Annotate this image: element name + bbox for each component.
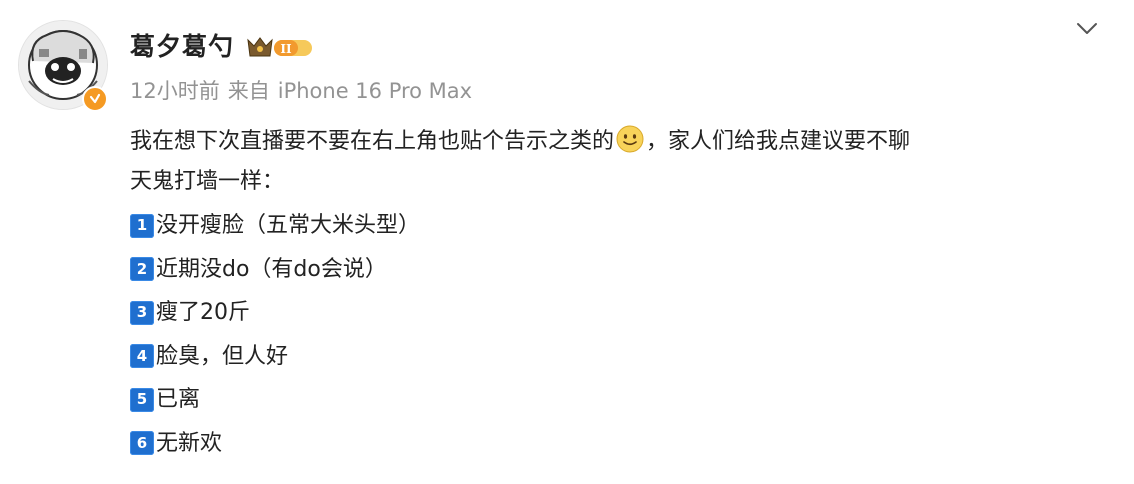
list-item-text: 没开瘦脸（五常大米头型） <box>156 213 421 238</box>
weibo-post-card: 葛夕葛勺 II 12小时前 来自 iPhone 16 Pro Max 我在想下次直播… <box>0 0 1134 484</box>
keycap-6-icon: 6 <box>130 431 154 456</box>
list-item: 5 已离 <box>130 378 1110 422</box>
keycap-3-icon: 3 <box>130 300 154 325</box>
list-item-text: 已离 <box>156 387 201 412</box>
device-source: iPhone 16 Pro Max <box>277 79 473 103</box>
body-text-1a: 我在想下次直播要不要在右上角也贴个告示之类的 <box>130 129 615 154</box>
body-text-1b: ，家人们给我点建议要不聊 <box>646 129 911 154</box>
keycap-4-icon: 4 <box>130 344 154 369</box>
smile-emoji-icon <box>616 125 644 153</box>
numbered-list: 1 没开瘦脸（五常大米头型） 2 近期没do（有do会说） 3 瘦了20斤 4 … <box>130 204 1110 465</box>
username[interactable]: 葛夕葛勺 <box>130 30 234 64</box>
source-prefix: 来自 <box>227 79 270 103</box>
keycap-5-icon: 5 <box>130 387 154 412</box>
post-time[interactable]: 12小时前 <box>130 79 220 103</box>
list-item: 2 近期没do（有do会说） <box>130 248 1110 292</box>
vip-level-text: II <box>280 42 292 56</box>
list-item-text: 无新欢 <box>156 430 223 456</box>
body-line-2: 天鬼打墙一样： <box>130 169 285 194</box>
keycap-2-icon: 2 <box>130 257 154 282</box>
list-item-text: 脸臭，但人好 <box>156 343 289 369</box>
body-line-1: 我在想下次直播要不要在右上角也贴个告示之类的 ，家人们给我点建议要不聊 <box>130 122 1110 162</box>
chevron-down-icon[interactable] <box>1070 12 1104 46</box>
list-item: 4 脸臭，但人好 <box>130 335 1110 379</box>
list-item: 3 瘦了20斤 <box>130 291 1110 335</box>
keycap-1-icon: 1 <box>130 213 154 238</box>
vip-crown-badge-icon[interactable]: II <box>246 34 314 60</box>
list-item-text: 近期没do（有do会说） <box>156 256 387 282</box>
post-meta: 12小时前 来自 iPhone 16 Pro Max <box>130 76 472 106</box>
list-item: 1 没开瘦脸（五常大米头型） <box>130 204 1110 248</box>
verified-badge-icon <box>82 86 108 112</box>
post-content: 我在想下次直播要不要在右上角也贴个告示之类的 ，家人们给我点建议要不聊 天鬼打墙… <box>130 122 1110 465</box>
avatar-container[interactable] <box>18 20 110 112</box>
list-item: 6 无新欢 <box>130 422 1110 466</box>
list-item-text: 瘦了20斤 <box>156 300 250 325</box>
